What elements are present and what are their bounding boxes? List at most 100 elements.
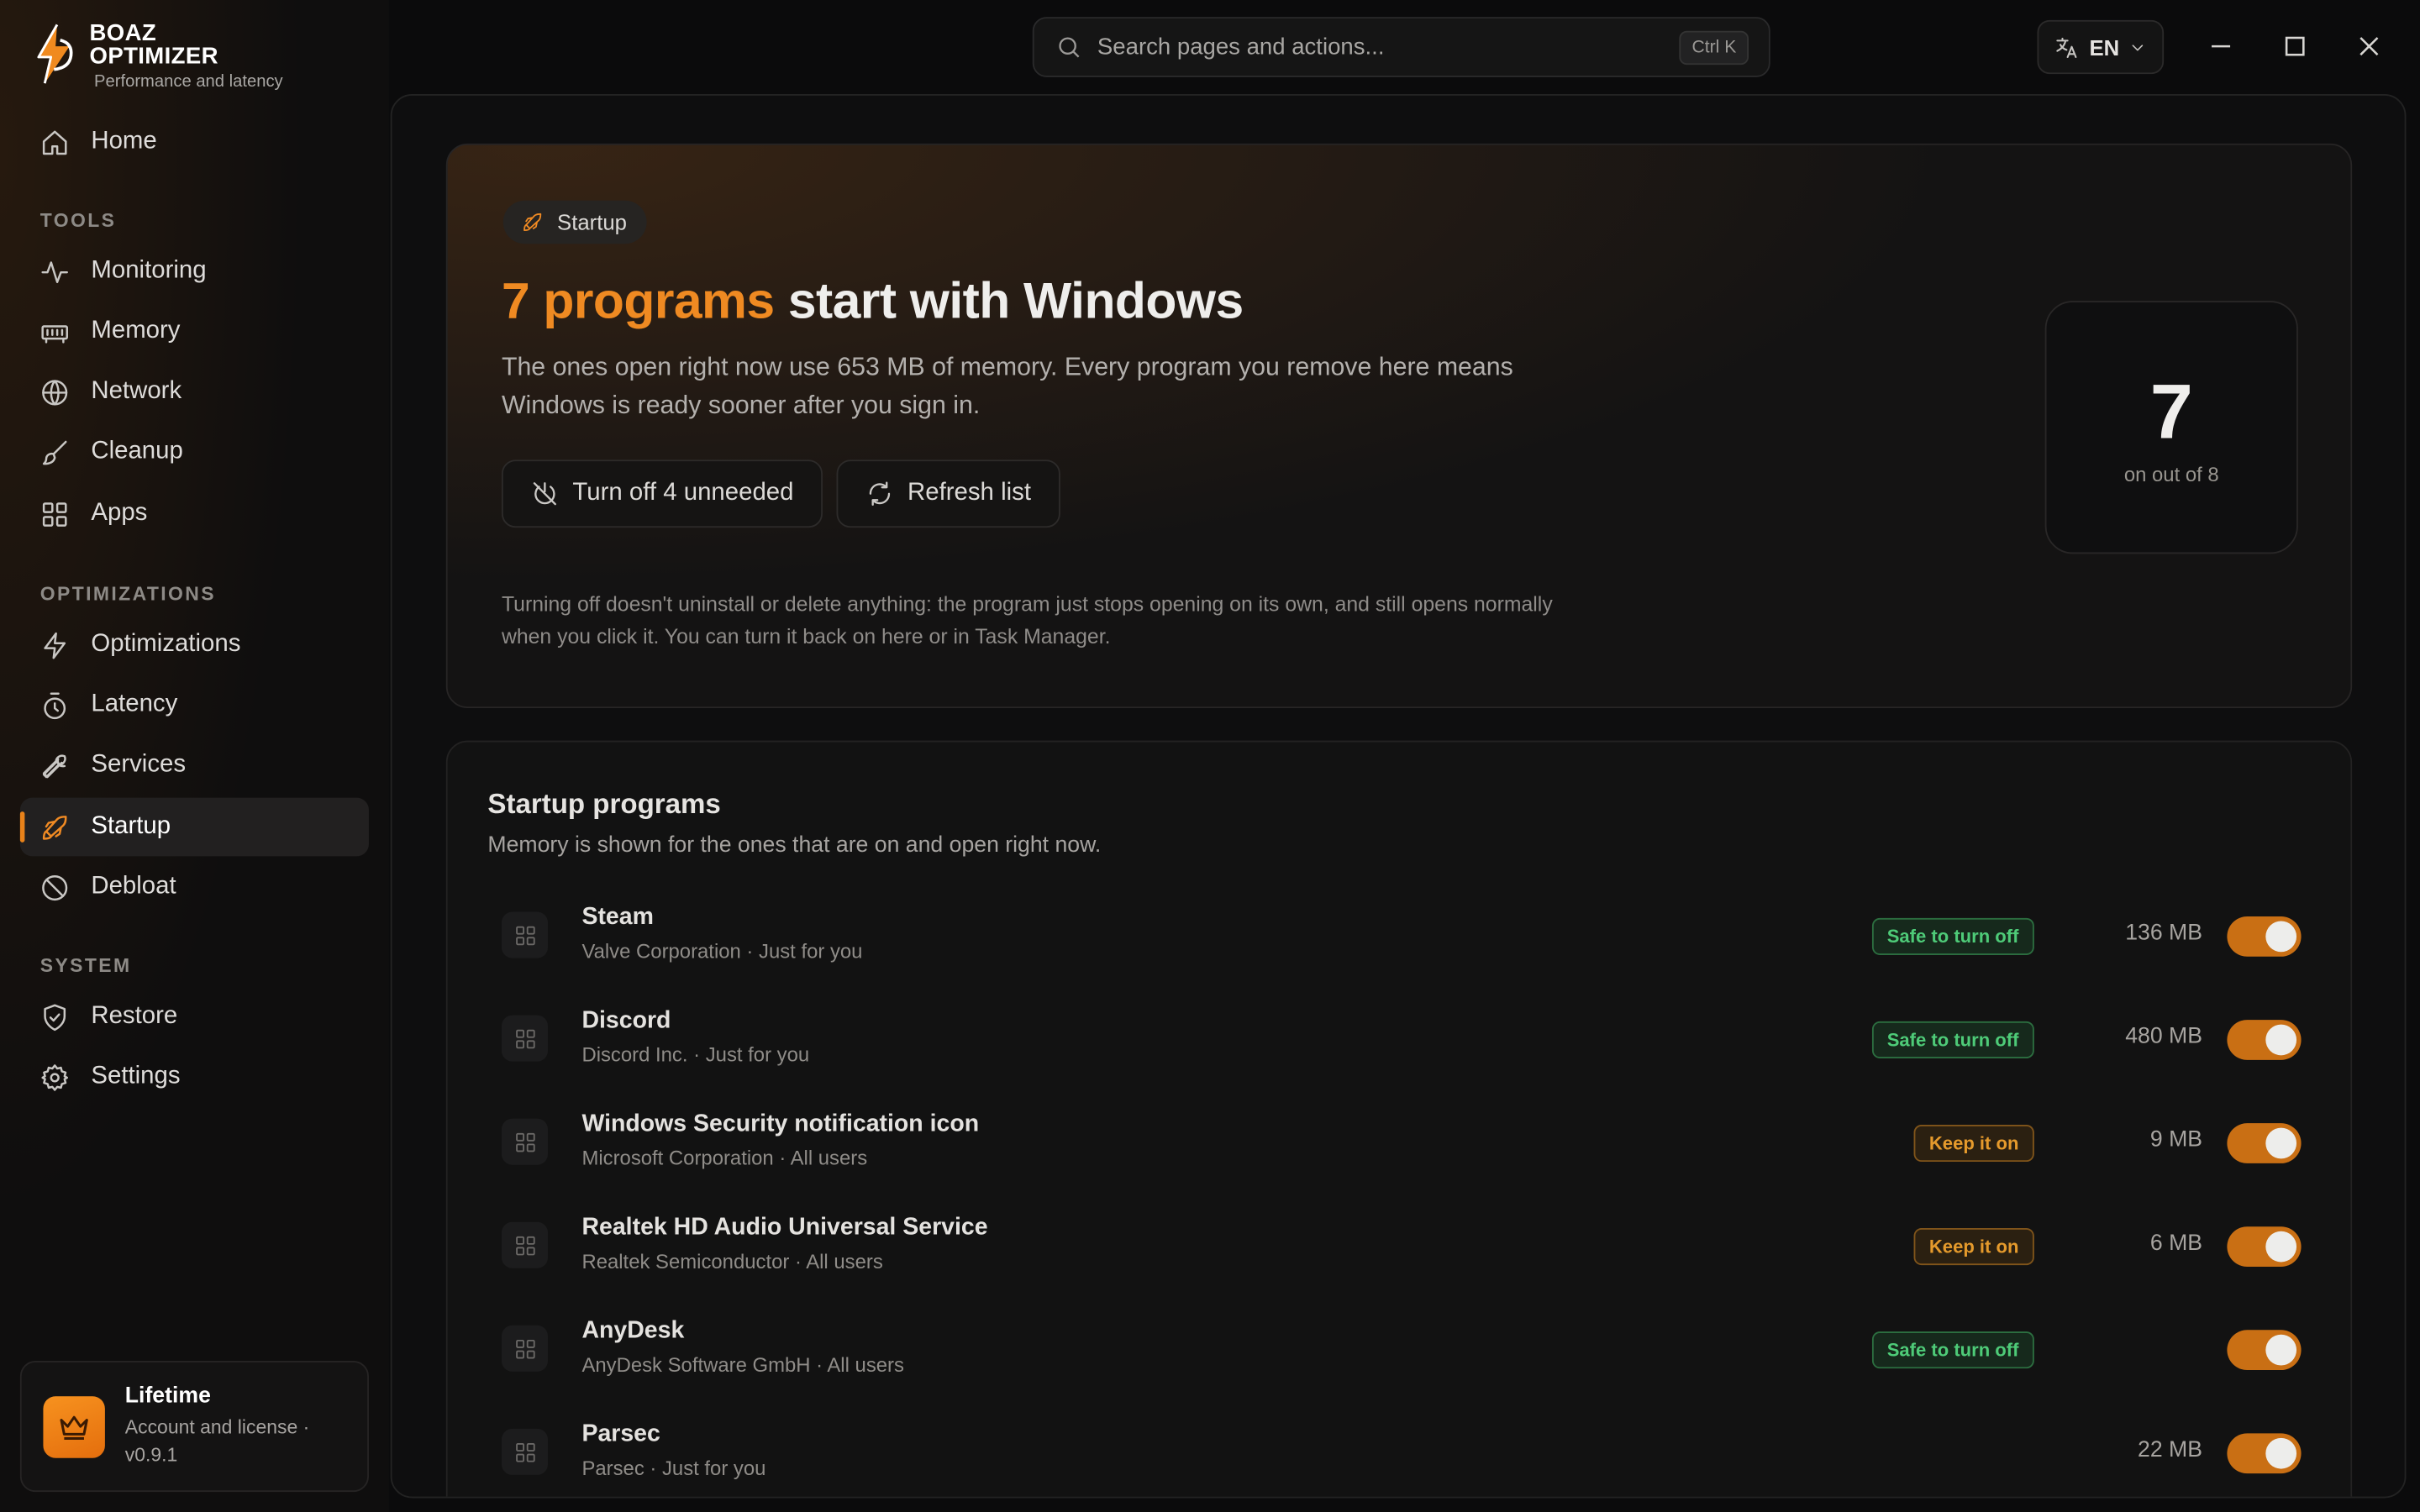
grid-icon — [515, 1339, 534, 1358]
sidebar-item-label: Latency — [91, 690, 178, 718]
sidebar-item-settings[interactable]: Settings — [20, 1047, 369, 1106]
startup-toggle[interactable] — [2227, 1020, 2302, 1060]
home-icon — [42, 129, 67, 155]
nav-section-tools: TOOLS — [39, 209, 117, 232]
section-title: Startup programs — [487, 788, 721, 820]
startup-toggle[interactable] — [2227, 916, 2302, 957]
lightning-logo-icon — [37, 24, 73, 84]
grid-icon — [515, 1442, 534, 1462]
license-subtitle: Account and license · v0.9.1 — [125, 1413, 326, 1468]
globe-icon — [42, 379, 68, 405]
crown-icon — [60, 1415, 88, 1440]
sidebar-item-apps[interactable]: Apps — [20, 485, 369, 543]
app-window: BOAZ OPTIMIZER Performance and latency H… — [0, 0, 2420, 1512]
sidebar-item-optimizations[interactable]: Optimizations — [20, 616, 369, 675]
app-version: v0.9.1 — [124, 1444, 178, 1466]
title-rest: start with Windows — [774, 271, 1244, 329]
search-icon — [1059, 37, 1080, 58]
memory-usage: 6 MB — [2149, 1231, 2203, 1257]
memory-usage: 480 MB — [2125, 1024, 2203, 1049]
sidebar-item-cleanup[interactable]: Cleanup — [20, 423, 369, 481]
sidebar-item-startup[interactable]: Startup — [19, 797, 369, 857]
status-badge: Safe to turn off — [1871, 1331, 2034, 1369]
status-badge: Safe to turn off — [1871, 1021, 2034, 1059]
grid-icon — [515, 1235, 534, 1255]
startup-summary-card: Startup 7 programs start with Windows Th… — [445, 143, 2353, 709]
memory-usage: 136 MB — [2125, 921, 2203, 946]
power-off-icon — [533, 482, 556, 506]
sidebar-item-restore[interactable]: Restore — [20, 988, 369, 1047]
turn-off-unneeded-button[interactable]: Turn off 4 unneeded — [501, 459, 823, 528]
program-name: Windows Security notification icon — [581, 1110, 980, 1137]
maximize-button[interactable] — [2276, 28, 2313, 65]
sidebar-item-memory[interactable]: Memory — [20, 302, 369, 361]
refresh-list-label: Refresh list — [908, 480, 1031, 507]
list-item: Discord Discord Inc. · Just for you Safe… — [501, 1000, 2302, 1077]
translate-icon — [2055, 36, 2077, 58]
minimize-button[interactable] — [2202, 28, 2239, 65]
page-chip: Startup — [502, 200, 647, 244]
rocket-icon — [42, 815, 67, 839]
sidebar-item-label: Startup — [91, 812, 171, 840]
startup-toggle[interactable] — [2227, 1330, 2302, 1371]
startup-programs-card: Startup programs Memory is shown for the… — [445, 740, 2353, 1497]
startup-toggle[interactable] — [2227, 1123, 2302, 1163]
page-description: The ones open right now use 653 MB of me… — [501, 353, 1513, 420]
sidebar-item-label: Debloat — [91, 873, 176, 900]
program-name: Discord — [581, 1007, 671, 1034]
list-item: Windows Security notification icon Micro… — [501, 1103, 2302, 1180]
sidebar-item-network[interactable]: Network — [20, 363, 369, 422]
grid-icon — [42, 501, 67, 526]
brand-tagline: Performance and latency — [94, 72, 283, 92]
brand-name: BOAZ OPTIMIZER — [89, 19, 218, 70]
memory-icon — [41, 324, 68, 343]
search-input[interactable] — [1097, 34, 1680, 60]
sidebar-item-services[interactable]: Services — [20, 736, 369, 795]
nav-section-system: SYSTEM — [39, 954, 132, 977]
sidebar-item-label: Home — [91, 128, 157, 155]
search-bar[interactable]: Ctrl K — [1032, 17, 1770, 77]
ban-icon — [42, 874, 68, 900]
sidebar-item-home[interactable]: Home — [20, 113, 369, 171]
sidebar: BOAZ OPTIMIZER Performance and latency H… — [0, 0, 389, 1512]
license-card[interactable]: Lifetime Account and license · v0.9.1 — [19, 1361, 369, 1493]
sidebar-item-label: Services — [91, 751, 187, 778]
sidebar-item-label: Network — [91, 378, 182, 405]
program-publisher: Realtek Semiconductor · All users — [581, 1249, 883, 1273]
sidebar-item-debloat[interactable]: Debloat — [20, 858, 369, 916]
maximize-icon — [2285, 36, 2305, 56]
chevron-down-icon — [2132, 44, 2144, 50]
memory-usage: 9 MB — [2149, 1127, 2203, 1153]
activity-icon — [41, 260, 68, 283]
rocket-icon — [523, 213, 542, 232]
status-badge: Safe to turn off — [1871, 917, 2034, 955]
refresh-list-button[interactable]: Refresh list — [836, 459, 1060, 528]
turn-off-unneeded-label: Turn off 4 unneeded — [572, 480, 794, 507]
sidebar-item-label: Settings — [91, 1063, 181, 1089]
list-item: Parsec Parsec · Just for you 22 MB — [501, 1413, 2302, 1490]
program-publisher: Parsec · Just for you — [581, 1456, 766, 1480]
program-name: Parsec — [581, 1420, 660, 1447]
sidebar-item-latency[interactable]: Latency — [20, 675, 369, 734]
status-badge: Keep it on — [1913, 1228, 2034, 1266]
license-subtitle-text: Account and license · — [124, 1416, 310, 1438]
startup-toggle[interactable] — [2227, 1433, 2302, 1474]
license-title: Lifetime — [124, 1383, 211, 1409]
status-badge: Keep it on — [1913, 1124, 2034, 1163]
list-item: AnyDesk AnyDesk Software GmbH · All user… — [501, 1310, 2302, 1387]
sidebar-item-label: Memory — [91, 318, 181, 344]
refresh-icon — [869, 481, 891, 507]
program-name: Steam — [581, 904, 654, 931]
app-icon — [501, 1428, 549, 1475]
page-chip-label: Startup — [557, 209, 627, 235]
section-subtitle: Memory is shown for the ones that are on… — [487, 832, 1102, 858]
sidebar-item-monitoring[interactable]: Monitoring — [20, 242, 369, 301]
gear-icon — [41, 1063, 68, 1090]
grid-icon — [515, 925, 534, 945]
program-publisher: AnyDesk Software GmbH · All users — [581, 1352, 904, 1377]
license-badge — [43, 1395, 105, 1457]
close-button[interactable] — [2350, 28, 2387, 65]
startup-toggle[interactable] — [2227, 1226, 2302, 1267]
language-selector[interactable]: EN — [2037, 19, 2165, 75]
app-icon — [501, 1015, 549, 1062]
